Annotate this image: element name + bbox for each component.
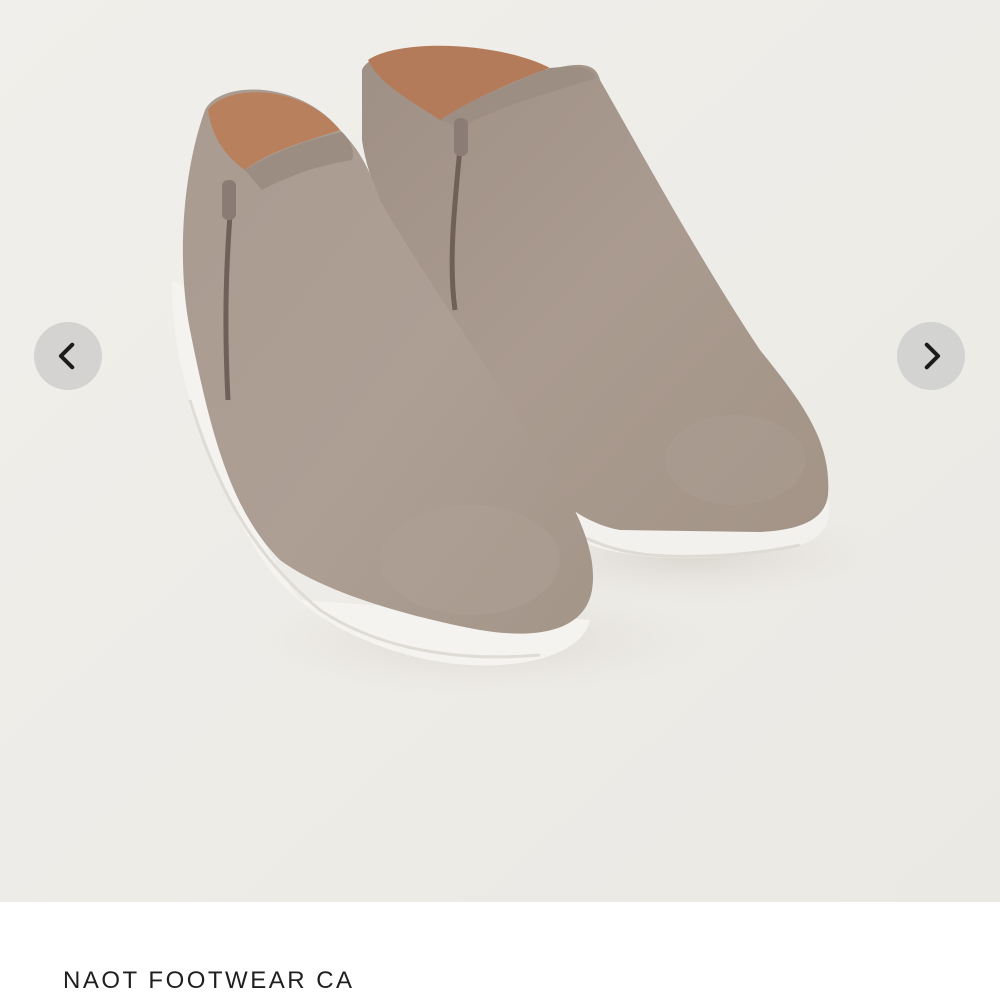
product-image-ankle-boots[interactable] xyxy=(0,0,1000,902)
chevron-right-icon xyxy=(924,342,941,370)
previous-image-button[interactable] xyxy=(34,322,102,390)
next-image-button[interactable] xyxy=(897,322,965,390)
product-page: NAOT FOOTWEAR CA xyxy=(0,0,1000,1000)
product-image-gallery xyxy=(0,0,1000,902)
brand-name[interactable]: NAOT FOOTWEAR CA xyxy=(63,967,355,995)
chevron-left-icon xyxy=(58,342,75,370)
